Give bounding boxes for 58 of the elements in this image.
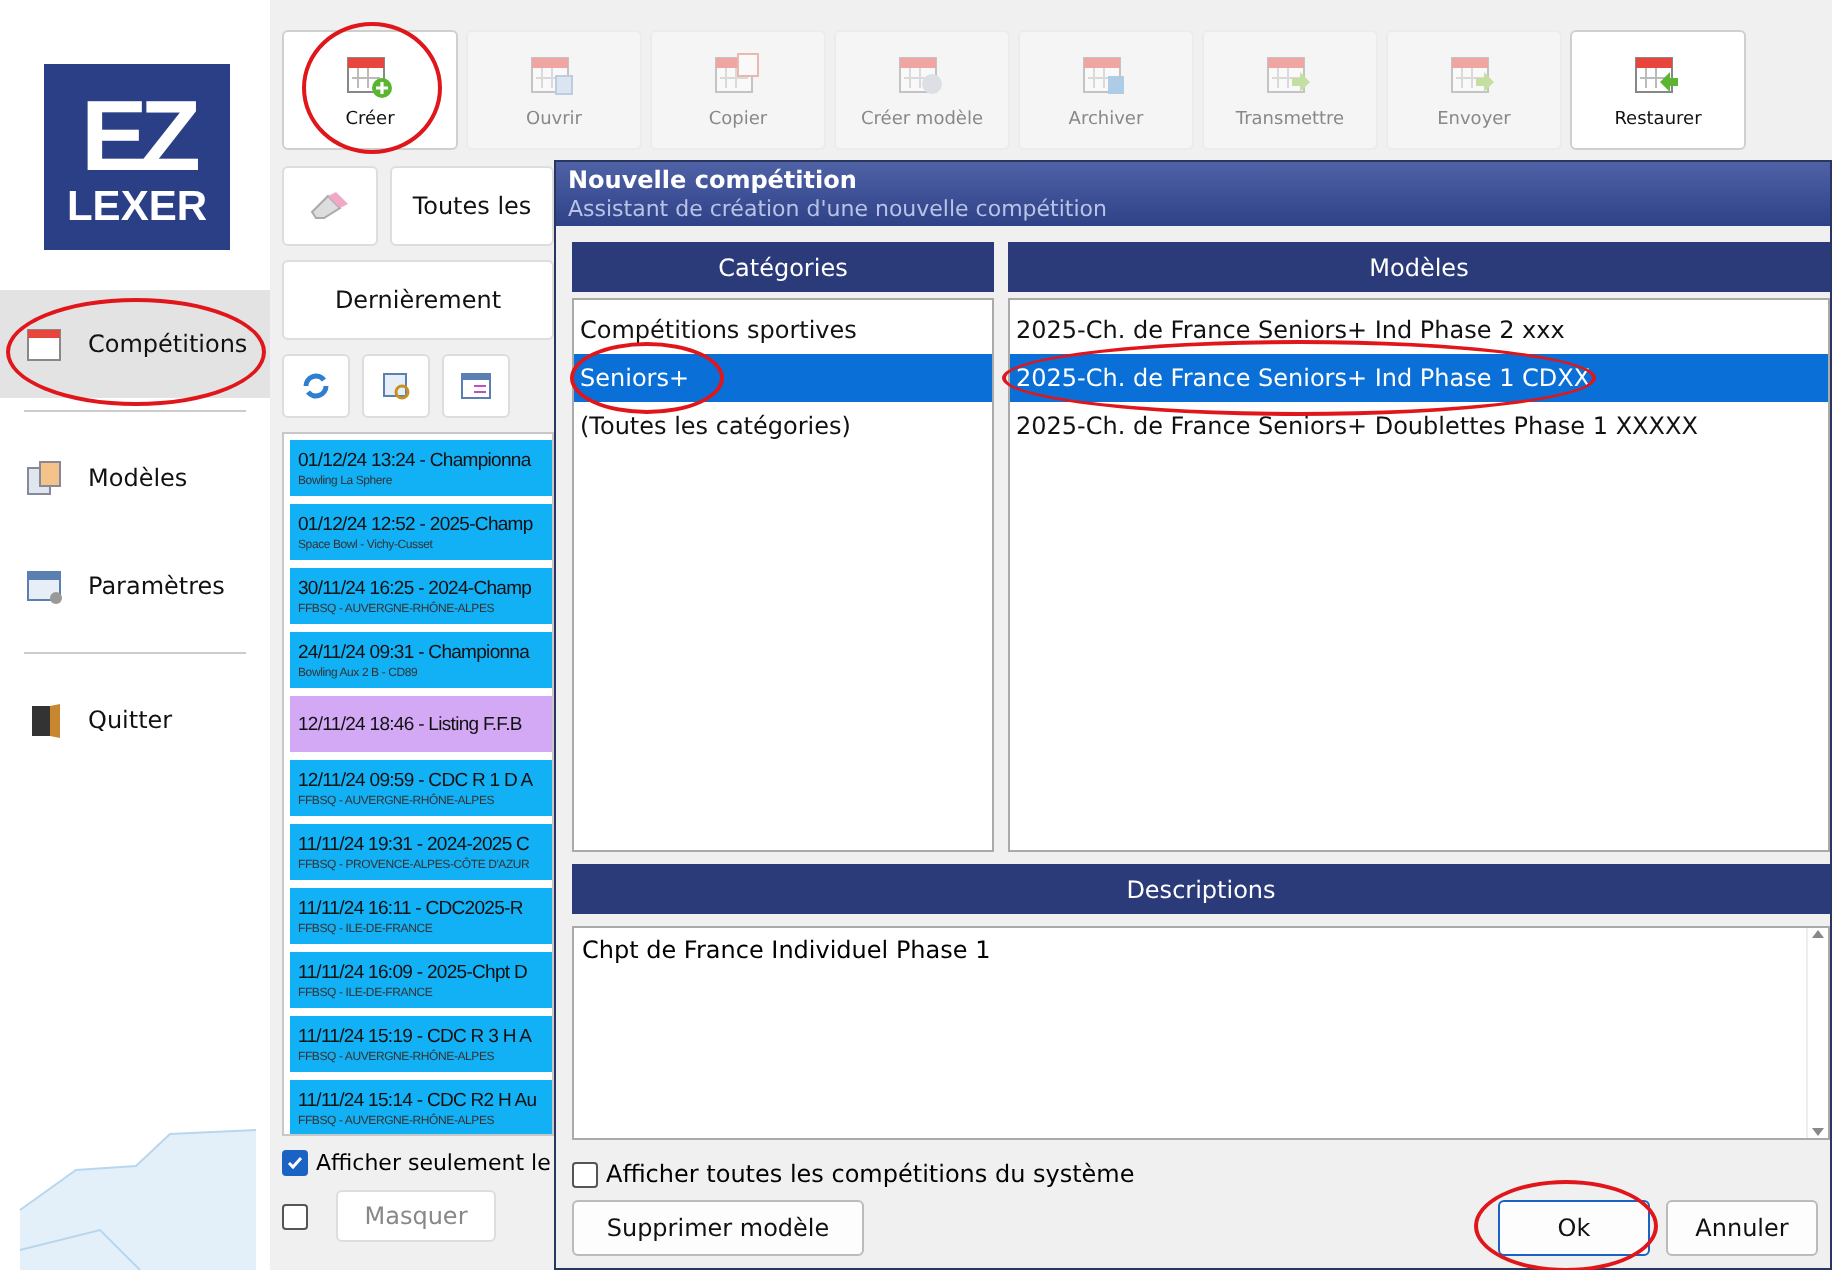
section-header: Descriptions — [572, 864, 1830, 914]
column-header: Catégories — [572, 242, 994, 292]
sidebar-item[interactable]: Modèles — [0, 424, 270, 532]
dialog-subtitle: Assistant de création d'une nouvelle compétition — [568, 196, 1109, 222]
documents-icon — [24, 458, 64, 498]
search-button[interactable] — [362, 354, 430, 418]
checkbox[interactable] — [282, 1150, 308, 1176]
sidebar-item[interactable]: Paramètres — [0, 532, 270, 640]
checkbox-label: Afficher seulement le — [316, 1150, 551, 1176]
filter-button[interactable]: Toutes les — [390, 166, 554, 246]
refresh-button[interactable] — [282, 354, 350, 418]
scroll-up-icon[interactable] — [1812, 928, 1824, 940]
toolbar-button[interactable]: Restaurer — [1570, 30, 1746, 150]
refresh-icon — [300, 370, 332, 402]
category-item[interactable]: (Toutes les catégories) — [574, 402, 992, 450]
sidebar-item[interactable]: Quitter — [0, 666, 270, 774]
toolbar-button[interactable]: Créer — [282, 30, 458, 150]
competition-title: 01/12/24 12:52 - 2025-Champ — [298, 513, 535, 535]
calendar-icon — [24, 324, 64, 364]
competition-title: 12/11/24 09:59 - CDC R 1 D A — [298, 769, 535, 791]
sort-button[interactable]: Dernièrement — [282, 260, 554, 340]
column-header: Modèles — [1008, 242, 1830, 292]
competition-title: 12/11/24 18:46 - Listing F.F.B — [298, 713, 524, 735]
hide-button[interactable]: Masquer — [336, 1190, 496, 1242]
competition-title: 11/11/24 15:14 - CDC R2 H Au — [298, 1089, 539, 1111]
competition-title: 11/11/24 16:11 - CDC2025-R — [298, 897, 525, 919]
model-item[interactable]: 2025-Ch. de France Seniors+ Ind Phase 1 CDXX — [1010, 354, 1828, 402]
list-view-button[interactable] — [442, 354, 510, 418]
category-item[interactable]: Seniors+ — [574, 354, 992, 402]
checkbox[interactable] — [282, 1203, 308, 1229]
category-item[interactable]: Compétitions sportives — [574, 306, 992, 354]
cancel-button[interactable]: Annuler — [1666, 1200, 1818, 1256]
competition-title: 11/11/24 16:09 - 2025-Chpt D — [298, 961, 529, 983]
sidebar-item[interactable]: Compétitions — [0, 290, 270, 398]
competition-title: 11/11/24 15:19 - CDC R 3 H A — [298, 1025, 534, 1047]
checkbox[interactable] — [572, 1161, 598, 1187]
description-text: Chpt de France Individuel Phase 1 — [580, 934, 993, 968]
model-item[interactable]: 2025-Ch. de France Seniors+ Doublettes Phase 1 XXXXX — [1010, 402, 1828, 450]
ok-button[interactable]: Ok — [1498, 1200, 1650, 1256]
list-icon — [460, 370, 492, 402]
eraser-icon — [308, 190, 352, 222]
scrollbar[interactable] — [1806, 928, 1828, 1138]
logo-word: LEXER — [66, 186, 207, 228]
settings-icon — [24, 566, 64, 606]
competition-title: 11/11/24 19:31 - 2024-2025 C — [298, 833, 532, 855]
competition-title: 30/11/24 16:25 - 2024-Champ — [298, 577, 534, 599]
competition-title: 01/12/24 13:24 - Championna — [298, 449, 534, 471]
competition-title: 24/11/24 09:31 - Championna — [298, 641, 532, 663]
competition-item[interactable]: 12/11/24 18:46 - Listing F.F.B — [290, 696, 552, 752]
description-box[interactable]: Chpt de France Individuel Phase 1 — [572, 926, 1830, 1140]
logo-letters: EZ — [81, 86, 193, 186]
delete-template-button[interactable]: Supprimer modèle — [572, 1200, 864, 1256]
scroll-down-icon[interactable] — [1812, 1126, 1824, 1138]
check-icon — [286, 1154, 304, 1172]
checkbox-label: Afficher toutes les compétitions du système — [606, 1160, 1135, 1188]
search-icon — [380, 370, 412, 402]
model-item[interactable]: 2025-Ch. de France Seniors+ Ind Phase 2 xxx — [1010, 306, 1828, 354]
dialog-title: Nouvelle compétition — [568, 166, 859, 194]
